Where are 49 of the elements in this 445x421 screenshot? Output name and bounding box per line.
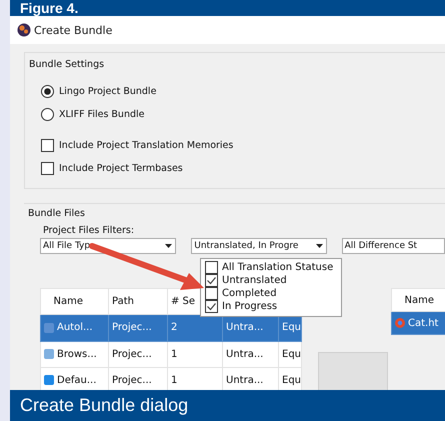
table-cell: Untra... — [226, 374, 264, 386]
status-option[interactable]: All Translation Statuse — [222, 262, 334, 273]
group-title: Bundle Settings — [28, 59, 104, 70]
checkbox-label: Include Project Termbases — [59, 163, 183, 174]
radio-label: Lingo Project Bundle — [59, 86, 156, 97]
file-icon — [44, 322, 54, 333]
table-cell: Defau... — [57, 374, 96, 386]
table-cell: 1 — [171, 374, 178, 386]
filter-dropdown[interactable]: Untranslated, In Progre — [191, 238, 327, 254]
table-cell: Brows... — [57, 348, 97, 360]
radio-button[interactable] — [41, 85, 54, 98]
table-cell: Untra... — [226, 348, 264, 360]
checkbox-label: Include Project Translation Memories — [59, 140, 234, 151]
checkbox[interactable] — [205, 300, 218, 313]
table-cell: Cat.ht — [408, 318, 438, 328]
table-cell: Projec... — [112, 322, 152, 334]
file-icon — [395, 318, 405, 328]
app-logo-icon — [17, 23, 31, 37]
checkbox[interactable] — [41, 139, 54, 152]
checkbox[interactable] — [205, 287, 218, 300]
status-option[interactable]: Untranslated — [222, 275, 287, 286]
figure-caption: Create Bundle dialog — [20, 395, 188, 416]
column-header[interactable]: Name — [40, 288, 108, 315]
table-cell: Untra... — [226, 322, 264, 334]
window-title: Create Bundle — [34, 24, 112, 36]
file-icon — [44, 349, 54, 360]
status-option[interactable]: Completed — [222, 288, 277, 299]
status-option[interactable]: In Progress — [222, 301, 278, 312]
file-icon — [44, 375, 54, 386]
filter-dropdown[interactable]: All Difference St — [342, 238, 445, 254]
radio-button[interactable] — [41, 108, 54, 121]
checkbox[interactable] — [205, 261, 218, 274]
table-cell: Projec... — [112, 374, 152, 386]
group-title: Bundle Files — [27, 208, 85, 219]
figure-title: Figure 4. — [19, 1, 78, 16]
checkbox[interactable] — [205, 274, 218, 287]
filters-label: Project Files Filters: — [42, 225, 136, 236]
table-cell: Projec... — [112, 348, 152, 360]
caret-icon — [316, 244, 323, 248]
table-cell: Autol... — [57, 322, 93, 334]
table-cell: Equ — [282, 374, 300, 386]
table-cell: Equ — [282, 322, 300, 334]
radio-label: XLIFF Files Bundle — [59, 109, 144, 120]
table-cell: 1 — [171, 348, 178, 360]
caret-icon — [165, 244, 172, 248]
table-cell: 2 — [171, 322, 178, 334]
table-cell: Equ — [282, 348, 300, 360]
filter-dropdown[interactable]: All File Typ — [40, 238, 176, 254]
checkbox[interactable] — [41, 162, 54, 175]
